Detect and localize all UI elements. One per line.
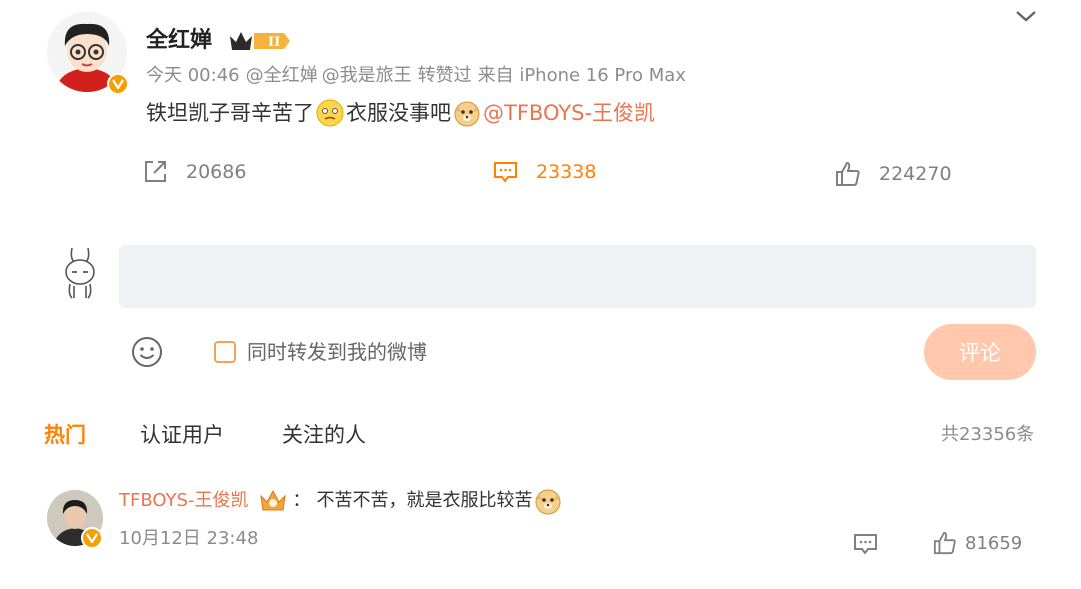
comment-like-count: 81659 [965, 532, 1023, 554]
post-text-part1: 铁坦凯子哥辛苦了 [146, 101, 314, 125]
tab-following[interactable]: 关注的人 [282, 420, 366, 450]
meta-mention-1[interactable]: @全红婵 [246, 65, 318, 86]
comment-count-button[interactable]: 23338 [493, 159, 596, 184]
like-icon [836, 161, 860, 186]
post-meta: 今天 00:46 @全红婵 @我是旅王 转赞过 来自 iPhone 16 Pro Max [146, 64, 692, 88]
repost-checkbox[interactable] [214, 341, 236, 363]
comment-time: 10月12日 23:48 [119, 528, 259, 549]
comment-input[interactable] [119, 245, 1036, 308]
meta-mention-2[interactable]: @我是旅王 [322, 65, 412, 86]
comment-item: TFBOYS-王俊凯 ： 不苦不苦，就是衣服比较苦 [119, 487, 564, 515]
repost-button[interactable]: 20686 [143, 159, 246, 184]
verified-badge-icon [107, 73, 129, 95]
like-icon [933, 531, 956, 555]
doge-emoji-icon [453, 99, 481, 127]
level-badge-text: II [268, 35, 280, 50]
comment-count: 23338 [536, 160, 597, 183]
author-name[interactable]: 全红婵 [146, 26, 212, 56]
post-source: 来自 iPhone 16 Pro Max [477, 65, 686, 86]
chevron-down-icon[interactable] [1015, 8, 1037, 24]
sweat-emoji-icon [316, 99, 344, 127]
post-text-part2: 衣服没事吧 [346, 101, 451, 125]
level-badge-icon: II [228, 28, 292, 54]
comment-separator: ： [292, 490, 311, 511]
commenter-name[interactable]: TFBOYS-王俊凯 [119, 487, 248, 515]
post-time[interactable]: 今天 00:46 [146, 65, 240, 86]
repost-checkbox-label[interactable]: 同时转发到我的微博 [247, 338, 427, 366]
doge-emoji-icon [534, 487, 562, 515]
liked-by-text: 转赞过 [417, 65, 472, 86]
like-button[interactable]: 224270 [835, 161, 952, 187]
reply-icon[interactable] [853, 531, 878, 556]
smiley-icon[interactable] [131, 336, 163, 368]
submit-comment-button[interactable]: 评论 [924, 324, 1036, 380]
like-count: 224270 [879, 163, 952, 185]
current-user-avatar [60, 246, 100, 300]
repost-icon [145, 161, 166, 182]
tab-verified[interactable]: 认证用户 [140, 420, 224, 450]
comment-icon [494, 162, 517, 183]
tab-hot[interactable]: 热门 [44, 420, 86, 450]
comment-text: 不苦不苦，就是衣服比较苦 [316, 490, 533, 511]
post-mention-link[interactable]: @TFBOYS-王俊凯 [483, 98, 655, 128]
repost-count: 20686 [186, 160, 247, 183]
post-text: 铁坦凯子哥辛苦了 衣服没事吧 @TFBOYS-王俊凯 [146, 98, 655, 128]
comment-like-button[interactable]: 81659 [933, 531, 1022, 555]
crown-badge-icon [258, 488, 288, 514]
comment-total: 共23356条 [941, 424, 1035, 445]
commenter-verified-icon [81, 527, 103, 549]
